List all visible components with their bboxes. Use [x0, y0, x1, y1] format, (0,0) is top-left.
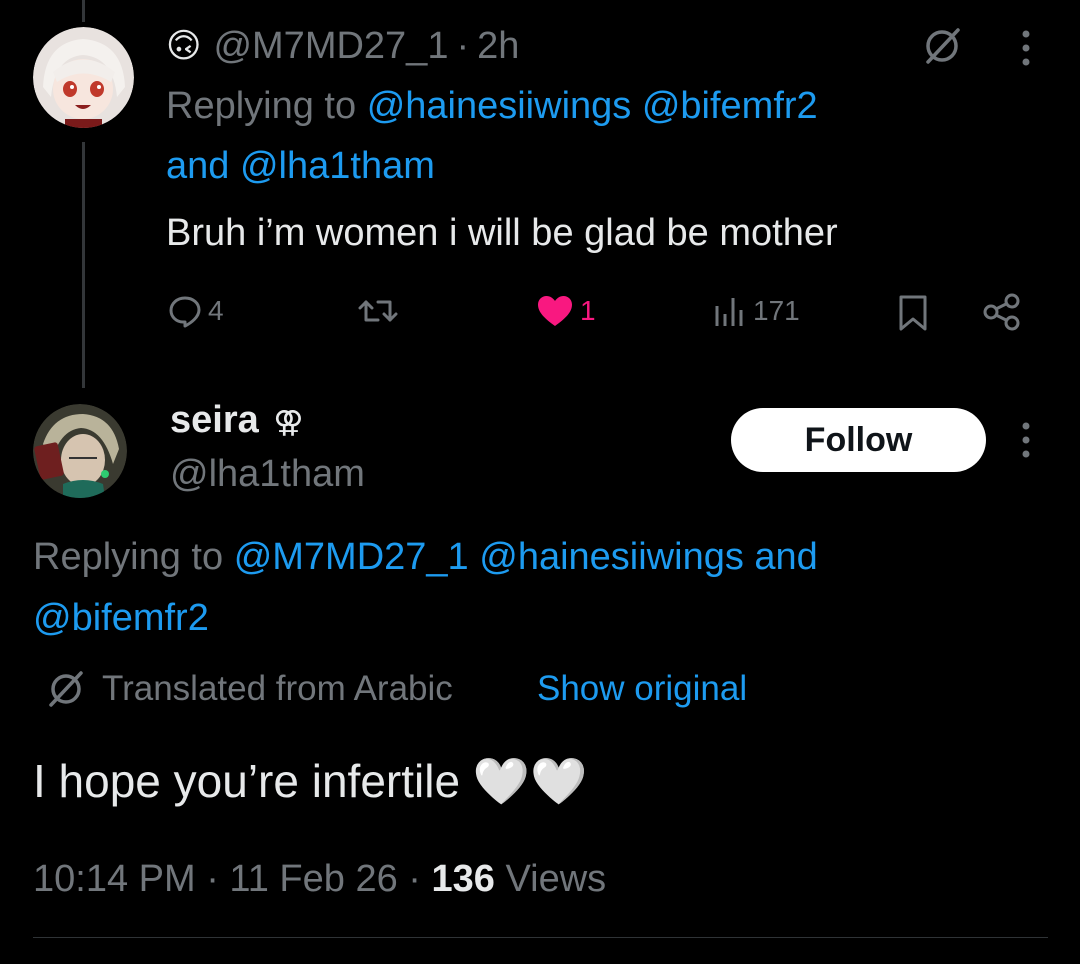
user-handle[interactable]: @lha1tham	[170, 450, 365, 498]
translated-label: Translated from Arabic	[102, 669, 453, 708]
tweet-text: I hope you’re infertile 🤍🤍	[33, 755, 588, 807]
reply-icon	[168, 294, 202, 328]
more-icon[interactable]	[1018, 28, 1034, 68]
bookmark-icon[interactable]	[896, 294, 930, 337]
follow-button[interactable]: Follow	[731, 408, 986, 472]
mention-link[interactable]: @M7MD27_1 @hainesiiwings and	[234, 536, 818, 578]
grok-slash-icon[interactable]	[920, 24, 964, 68]
reply1-replying-to: Replying to @hainesiiwings @bifemfr2	[166, 85, 818, 127]
divider	[33, 937, 1048, 938]
like-button[interactable]: 1	[536, 294, 596, 328]
share-icon[interactable]	[982, 292, 1022, 337]
reply-button[interactable]: 4	[168, 294, 224, 328]
symbol-icon: ⚢	[273, 406, 304, 439]
views-count: 171	[753, 295, 800, 326]
thread-line	[82, 142, 85, 388]
mention-link[interactable]: @hainesiiwings @bifemfr2	[367, 85, 818, 127]
like-icon	[536, 294, 574, 328]
translate-icon	[45, 668, 87, 710]
mention-link[interactable]: @lha1tham	[240, 145, 435, 187]
display-name[interactable]: seira ⚢	[170, 396, 303, 447]
views-count: 136	[431, 858, 495, 900]
reply1-text: Bruh i’m women i will be glad be mother	[166, 212, 838, 254]
more-icon[interactable]	[1018, 420, 1034, 460]
views-label: Views	[505, 858, 607, 900]
dot-separator: ·	[456, 25, 470, 67]
tweet-meta: 10:14 PM · 11 Feb 26 · 136 Views	[33, 855, 606, 903]
reply-count: 4	[208, 295, 224, 326]
like-count: 1	[580, 295, 596, 326]
views-button[interactable]: 171	[713, 294, 800, 328]
reply1-time[interactable]: 2h	[477, 22, 519, 70]
reply1-header: 🙃 @M7MD27_1 · 2h	[166, 22, 519, 70]
retweet-icon	[358, 294, 398, 328]
views-icon	[713, 294, 747, 328]
reply1-handle[interactable]: @M7MD27_1	[213, 22, 448, 70]
avatar[interactable]	[33, 27, 134, 128]
thread-line-top	[82, 0, 85, 22]
reply1-replying-to-line2: and @lha1tham	[166, 145, 435, 187]
mention-link[interactable]: @bifemfr2	[33, 594, 209, 642]
show-original-link[interactable]: Show original	[537, 666, 747, 712]
main-replying-to: Replying to @M7MD27_1 @hainesiiwings and	[33, 536, 818, 578]
upside-down-face-emoji: 🙃	[166, 27, 202, 65]
avatar[interactable]	[33, 404, 127, 498]
retweet-button[interactable]	[358, 294, 398, 328]
timestamp[interactable]: 10:14 PM · 11 Feb 26 ·	[33, 858, 421, 900]
